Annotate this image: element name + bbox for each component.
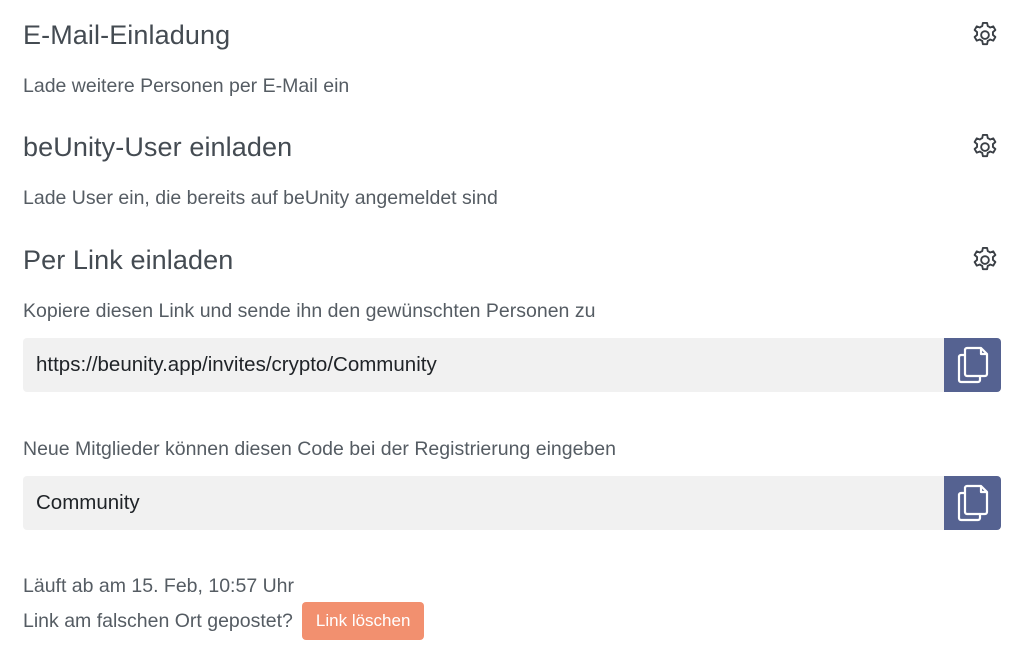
email-invite-title: E-Mail-Einladung	[23, 19, 231, 50]
invite-code-field[interactable]: Community	[23, 476, 1001, 530]
copy-icon	[957, 346, 988, 384]
email-invite-description: Lade weitere Personen per E-Mail ein	[23, 75, 350, 97]
link-invite-description: Kopiere diesen Link und sende ihn den ge…	[23, 300, 596, 322]
email-invite-settings-gear-icon[interactable]	[969, 19, 1001, 51]
copy-link-button[interactable]	[944, 338, 1001, 392]
copy-icon	[957, 484, 988, 522]
email-invite-header: E-Mail-Einladung	[23, 17, 1001, 53]
wrong-place-text: Link am falschen Ort gepostet?	[23, 609, 293, 632]
wrong-place-row: Link am falschen Ort gepostet? Link lösc…	[23, 601, 425, 641]
code-invite-description: Neue Mitglieder können diesen Code bei d…	[23, 438, 616, 460]
user-invite-title: beUnity-User einladen	[23, 131, 293, 162]
invite-link-field[interactable]: https://beunity.app/invites/crypto/Commu…	[23, 338, 1001, 392]
link-invite-header: Per Link einladen	[23, 242, 1001, 278]
user-invite-settings-gear-icon[interactable]	[969, 131, 1001, 163]
user-invite-description: Lade User ein, die bereits auf beUnity a…	[23, 187, 498, 209]
invite-code-value[interactable]: Community	[23, 491, 944, 515]
invite-link-value[interactable]: https://beunity.app/invites/crypto/Commu…	[23, 353, 944, 377]
delete-link-button[interactable]: Link löschen	[301, 602, 425, 640]
user-invite-header: beUnity-User einladen	[23, 129, 1001, 165]
copy-code-button[interactable]	[944, 476, 1001, 530]
link-invite-settings-gear-icon[interactable]	[969, 244, 1001, 276]
link-expiry-text: Läuft ab am 15. Feb, 10:57 Uhr	[23, 575, 295, 597]
link-invite-title: Per Link einladen	[23, 244, 234, 275]
